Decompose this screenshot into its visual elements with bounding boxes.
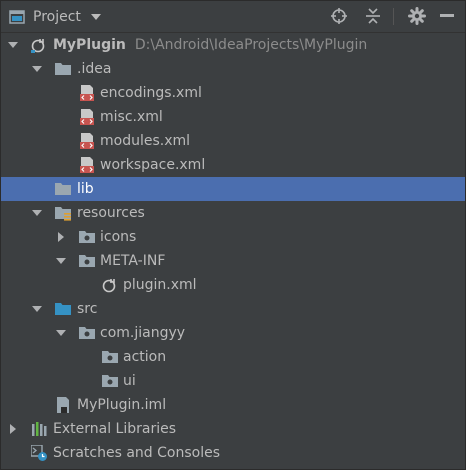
hide-panel-icon	[440, 14, 454, 17]
package-folder-icon	[102, 351, 118, 363]
collapse-all-icon	[366, 8, 380, 24]
tree-item-myplugin[interactable]: MyPlugin D:\Android\IdeaProjects\MyPlugin	[1, 33, 465, 57]
tool-window-header: Project	[1, 1, 465, 33]
xml-file-icon	[80, 85, 94, 101]
tree-item-label: action	[123, 349, 167, 365]
collapse-all-button[interactable]	[363, 6, 383, 26]
tree-item-action[interactable]: action	[1, 345, 465, 369]
package-folder-icon	[79, 255, 95, 267]
tree-item-src[interactable]: src	[1, 297, 465, 321]
tree-item-label: Scratches and Consoles	[53, 445, 220, 461]
tree-item-label: External Libraries	[53, 421, 176, 437]
scratches-icon	[31, 445, 47, 461]
iml-file-icon	[57, 397, 69, 413]
tree-item-plugin-xml[interactable]: plugin.xml	[1, 273, 465, 297]
tree-item-label: src	[77, 301, 98, 317]
project-view-icon	[9, 10, 25, 24]
tree-item-label: icons	[100, 229, 137, 245]
resources-folder-icon	[55, 207, 71, 221]
tree-item-label: com.jiangyy	[100, 325, 186, 341]
gear-icon	[408, 7, 426, 25]
tree-item-label: plugin.xml	[123, 277, 197, 293]
hide-panel-button[interactable]	[437, 6, 457, 26]
tree-item-label: ui	[123, 373, 136, 389]
tree-item-label: resources	[77, 205, 145, 221]
tree-item-idea[interactable]: .idea	[1, 57, 465, 81]
tree-item-resources[interactable]: resources	[1, 201, 465, 225]
module-path: D:\Android\IdeaProjects\MyPlugin	[134, 37, 368, 53]
source-folder-icon	[55, 303, 71, 315]
locate-button[interactable]	[329, 6, 349, 26]
package-folder-icon	[79, 231, 95, 243]
module-icon	[31, 39, 45, 53]
expand-arrow-icon[interactable]	[7, 39, 19, 51]
settings-button[interactable]	[407, 6, 427, 26]
tree-item-workspace-xml[interactable]: workspace.xml	[1, 153, 465, 177]
tree-item-label: misc.xml	[100, 109, 163, 125]
plugin-icon	[102, 279, 116, 293]
expand-arrow-icon[interactable]	[55, 327, 67, 339]
chevron-down-icon	[90, 14, 101, 20]
expand-arrow-icon[interactable]	[31, 207, 43, 219]
expand-arrow-icon[interactable]	[55, 255, 67, 267]
locate-icon	[331, 8, 347, 24]
tree-item-lib[interactable]: lib	[1, 177, 465, 201]
tree-item-label: MyPlugin.iml	[77, 397, 167, 413]
folder-icon	[55, 63, 71, 75]
tree-item-label: encodings.xml	[100, 85, 202, 101]
tree-item-encodings-xml[interactable]: encodings.xml	[1, 81, 465, 105]
xml-file-icon	[80, 133, 94, 149]
tree-item-label: modules.xml	[100, 133, 191, 149]
tree-item-scratches-and-consoles[interactable]: Scratches and Consoles	[1, 441, 465, 465]
xml-file-icon	[80, 109, 94, 125]
expand-arrow-icon[interactable]	[31, 63, 43, 75]
header-separator	[393, 8, 394, 25]
tree-item-external-libraries[interactable]: External Libraries	[1, 417, 465, 441]
collapsed-arrow-icon[interactable]	[7, 423, 19, 435]
tree-item-com-jiangyy[interactable]: com.jiangyy	[1, 321, 465, 345]
xml-file-icon	[80, 157, 94, 173]
view-title: Project	[33, 9, 81, 25]
project-tool-window: Project MyPlugin D:\Android\IdeaProjects…	[0, 0, 466, 470]
expand-arrow-icon[interactable]	[31, 303, 43, 315]
package-folder-icon	[79, 327, 95, 339]
view-selector[interactable]: Project	[9, 6, 101, 28]
tree-item-label: .idea	[77, 61, 112, 77]
package-folder-icon	[102, 375, 118, 387]
tree-item-myplugin-iml[interactable]: MyPlugin.iml	[1, 393, 465, 417]
tree-item-label: META-INF	[100, 253, 166, 269]
tree-item-misc-xml[interactable]: misc.xml	[1, 105, 465, 129]
tree-item-label: lib	[77, 181, 94, 197]
folder-icon	[55, 183, 71, 195]
tree-item-label: workspace.xml	[100, 157, 206, 173]
library-icon	[32, 422, 47, 436]
tree-item-ui[interactable]: ui	[1, 369, 465, 393]
tree-item-icons[interactable]: icons	[1, 225, 465, 249]
collapsed-arrow-icon[interactable]	[55, 231, 67, 243]
tree-item-modules-xml[interactable]: modules.xml	[1, 129, 465, 153]
tree-item-meta-inf[interactable]: META-INF	[1, 249, 465, 273]
tree-item-label: MyPlugin D:\Android\IdeaProjects\MyPlugin	[53, 37, 368, 53]
